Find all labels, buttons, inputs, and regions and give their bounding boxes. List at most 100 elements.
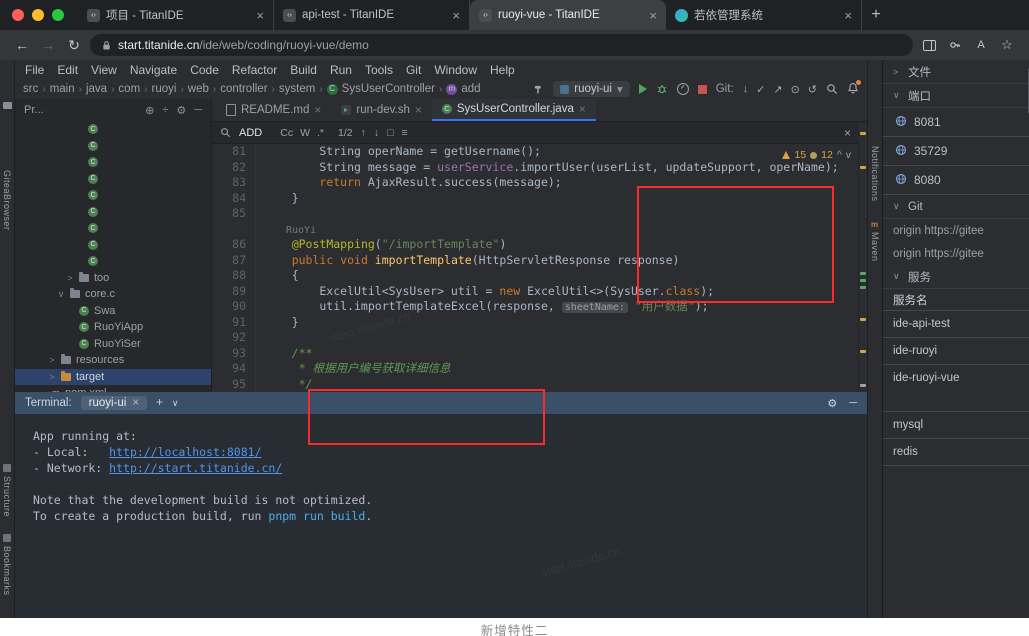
git-history-icon[interactable]: ⊙ <box>791 83 800 96</box>
search-everywhere-icon[interactable] <box>826 83 838 95</box>
browser-tab[interactable]: ‹›项目 - TitanIDE× <box>78 0 274 30</box>
code-line[interactable]: 95 */ <box>212 377 859 393</box>
tree-item[interactable]: C <box>15 171 211 188</box>
code-line[interactable]: 88 { <box>212 268 859 284</box>
terminal-output[interactable]: App running at:- Local: http://localhost… <box>15 414 867 618</box>
terminal-minimize-icon[interactable]: ─ <box>849 397 857 410</box>
editor-tab-readme-md[interactable]: README.md× <box>216 99 331 121</box>
terminal-new-tab-button[interactable]: + <box>156 397 163 409</box>
tree-item-target[interactable]: >target <box>15 369 211 386</box>
notifications-bell-icon[interactable] <box>847 82 859 97</box>
run-configuration-select[interactable]: ruoyi-ui ▾ <box>553 81 630 97</box>
tree-item[interactable]: C <box>15 253 211 270</box>
project-tool-icon[interactable] <box>3 102 12 109</box>
menu-build[interactable]: Build <box>290 63 317 77</box>
code-vision-line[interactable]: RuoYi <box>212 222 859 238</box>
code-line[interactable]: 92 <box>212 330 859 346</box>
new-tab-button[interactable]: + <box>862 1 890 29</box>
tab-close-icon[interactable]: × <box>314 103 321 117</box>
terminal-settings-icon[interactable]: ⚙ <box>827 397 837 410</box>
line-number[interactable]: 95 <box>212 377 256 393</box>
line-number[interactable]: 85 <box>212 206 256 222</box>
service-item-ide-api-test[interactable]: ide-api-test <box>883 311 1029 338</box>
run-button[interactable] <box>639 84 647 94</box>
browser-tab[interactable]: ‹›ruoyi-vue - TitanIDE× <box>470 0 666 30</box>
code-view[interactable]: 81 String operName = getUsername();82 St… <box>212 122 859 392</box>
line-number[interactable]: 89 <box>212 284 256 300</box>
editor-tab-sysusercontroller-java[interactable]: CSysUserController.java× <box>432 99 596 121</box>
breadcrumb-item[interactable]: ruoyi <box>152 83 177 95</box>
terminal-link[interactable]: http://start.titanide.cn/ <box>109 461 282 475</box>
profiler-button[interactable] <box>677 83 689 95</box>
service-item-redis[interactable]: redis <box>883 439 1029 466</box>
side-panel-icon[interactable] <box>919 40 939 51</box>
maven-icon[interactable]: m <box>871 220 878 229</box>
line-number[interactable]: 88 <box>212 268 256 284</box>
code-line[interactable]: 82 String message = userService.importUs… <box>212 160 859 176</box>
close-window-button[interactable] <box>12 9 24 21</box>
editor-tab-run-dev-sh[interactable]: run-dev.sh× <box>331 99 432 121</box>
line-number[interactable]: 81 <box>212 144 256 160</box>
menu-view[interactable]: View <box>91 63 117 77</box>
section-files[interactable]: > 文件 <box>883 60 1029 84</box>
maximize-window-button[interactable] <box>52 9 64 21</box>
section-ports[interactable]: ∨ 端口 <box>883 84 1029 108</box>
tool-gitea-browser[interactable]: GiteaBrowser <box>2 170 12 231</box>
line-number[interactable]: 84 <box>212 191 256 207</box>
terminal-link[interactable]: http://localhost:8081/ <box>109 445 261 459</box>
code-line[interactable]: 94 * 根据用户编号获取详细信息 <box>212 361 859 377</box>
code-line[interactable]: 84 } <box>212 191 859 207</box>
section-git[interactable]: ∨ Git <box>883 195 1029 219</box>
breadcrumb-item[interactable]: java <box>86 83 107 95</box>
code-line[interactable]: 86 @PostMapping("/importTemplate") <box>212 237 859 253</box>
breadcrumb-item[interactable]: main <box>50 83 75 95</box>
forward-button[interactable]: → <box>38 37 58 53</box>
tree-item-ruoyiser[interactable]: CRuoYiSer <box>15 336 211 353</box>
breadcrumb-item[interactable]: controller <box>220 83 267 95</box>
git-rollback-icon[interactable]: ↺ <box>808 83 817 96</box>
tree-item[interactable]: C <box>15 154 211 171</box>
line-number[interactable]: 87 <box>212 253 256 269</box>
git-push-icon[interactable]: ↗ <box>773 83 782 96</box>
tree-item-core-c[interactable]: ∨core.c <box>15 286 211 303</box>
project-header-icon-0[interactable]: ⊕ <box>145 104 154 117</box>
terminal-tab-close-icon[interactable]: × <box>132 397 139 409</box>
tab-close-icon[interactable]: × <box>256 8 264 23</box>
code-line[interactable]: 89 ExcelUtil<SysUser> util = new ExcelUt… <box>212 284 859 300</box>
menu-git[interactable]: Git <box>406 63 421 77</box>
inspections-widget[interactable]: 15 12 ^ v <box>782 149 851 161</box>
menu-refactor[interactable]: Refactor <box>232 63 277 77</box>
service-item-ide-ruoyi[interactable]: ide-ruoyi <box>883 338 1029 365</box>
reload-button[interactable]: ↻ <box>64 37 84 54</box>
service-item-ide-ruoyi-vue[interactable]: ide-ruoyi-vue <box>883 365 1029 412</box>
section-services[interactable]: ∨ 服务 <box>883 265 1029 289</box>
breadcrumb-item[interactable]: add <box>461 83 480 95</box>
line-number[interactable]: 94 <box>212 361 256 377</box>
tree-item[interactable]: C <box>15 187 211 204</box>
tree-item[interactable]: C <box>15 204 211 221</box>
breadcrumb-item[interactable]: web <box>188 83 209 95</box>
stop-button[interactable] <box>698 85 707 94</box>
code-line[interactable]: 93 /** <box>212 346 859 362</box>
line-number[interactable]: 90 <box>212 299 256 315</box>
breadcrumb-item[interactable]: SysUserController <box>342 83 435 95</box>
tab-close-icon[interactable]: × <box>579 102 586 116</box>
line-number[interactable]: 93 <box>212 346 256 362</box>
find-option-[interactable]: .* <box>317 127 324 139</box>
find-next-icon[interactable]: ↓ <box>374 127 379 139</box>
error-stripe[interactable] <box>858 122 867 392</box>
tree-item-resources[interactable]: >resources <box>15 352 211 369</box>
translate-icon[interactable]: A <box>971 39 991 51</box>
bookmark-star-icon[interactable]: ☆ <box>997 37 1017 53</box>
breadcrumb-item[interactable]: src <box>23 83 38 95</box>
tab-close-icon[interactable]: × <box>452 8 460 23</box>
menu-window[interactable]: Window <box>434 63 477 77</box>
browser-tab[interactable]: 若依管理系统× <box>666 0 862 30</box>
tree-item[interactable]: C <box>15 220 211 237</box>
address-bar[interactable]: start.titanide.cn/ide/web/coding/ruoyi-v… <box>90 34 913 56</box>
debug-button[interactable] <box>656 83 668 95</box>
project-header-icon-3[interactable]: ─ <box>194 104 202 117</box>
menu-tools[interactable]: Tools <box>365 63 393 77</box>
menu-navigate[interactable]: Navigate <box>130 63 177 77</box>
minimize-window-button[interactable] <box>32 9 44 21</box>
